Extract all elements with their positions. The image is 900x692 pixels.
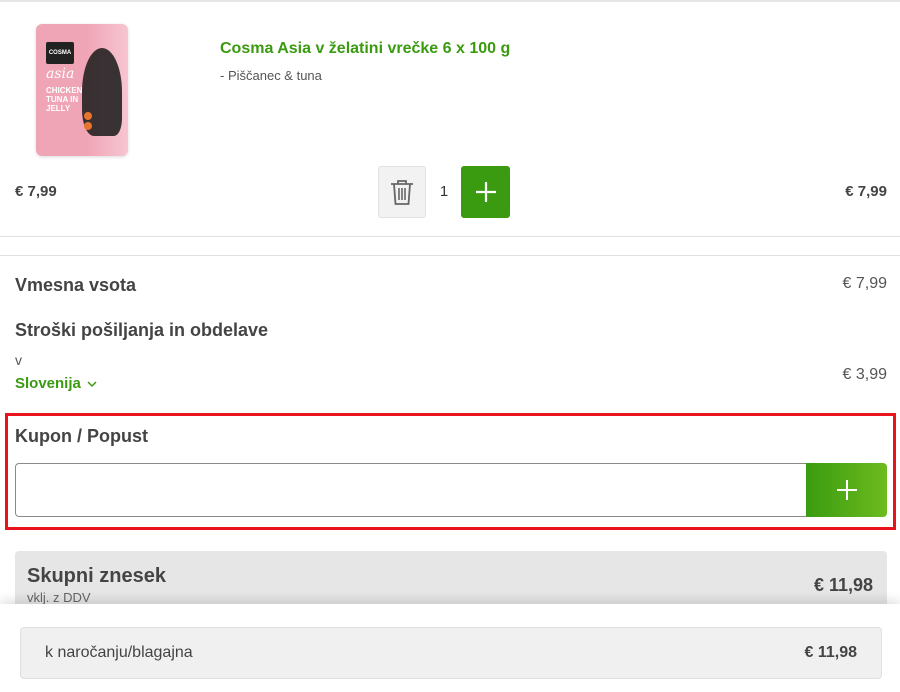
shipping-country-select[interactable]: Slovenija xyxy=(15,375,97,392)
top-divider xyxy=(0,0,900,2)
chevron-down-icon xyxy=(87,380,97,387)
checkout-button[interactable]: k naročanju/blagajna € 11,98 xyxy=(20,627,882,679)
checkout-label: k naročanju/blagajna xyxy=(45,644,193,661)
total-label: Skupni znesek xyxy=(27,565,166,587)
product-variant: - Piščanec & tuna xyxy=(220,68,322,83)
checkout-total: € 11,98 xyxy=(804,644,858,661)
remove-item-button[interactable] xyxy=(378,166,426,218)
plus-icon xyxy=(475,182,496,202)
trash-icon xyxy=(391,180,413,205)
product-title-link[interactable]: Cosma Asia v želatini vrečke 6 x 100 g xyxy=(220,40,510,58)
shipping-in-text: v xyxy=(15,352,22,368)
coupon-label: Kupon / Popust xyxy=(15,426,148,446)
total-value: € 11,98 xyxy=(813,575,873,595)
shipping-country-label: Slovenija xyxy=(15,375,81,392)
chicken-icon xyxy=(84,112,92,120)
subtotal-label: Vmesna vsota xyxy=(15,275,137,295)
total-vat-note: vklj. z DDV xyxy=(27,590,91,605)
apply-coupon-button[interactable] xyxy=(806,463,887,517)
line-total: € 7,99 xyxy=(845,183,887,200)
increase-quantity-button[interactable] xyxy=(461,166,510,218)
unit-price: € 7,99 xyxy=(15,183,57,200)
product-image-flavor: CHICKEN TUNA IN JELLY xyxy=(46,86,83,113)
shipping-value: € 3,99 xyxy=(842,366,887,383)
plus-icon xyxy=(836,480,857,500)
fish-icon xyxy=(84,122,92,130)
product-image[interactable]: COSMA asia CHICKEN TUNA IN JELLY xyxy=(36,24,128,156)
product-image-brand: COSMA xyxy=(46,42,74,64)
product-image-line: asia xyxy=(46,66,75,82)
shipping-label: Stroški pošiljanja in obdelave xyxy=(15,320,269,340)
quantity-value: 1 xyxy=(439,183,449,200)
subtotal-value: € 7,99 xyxy=(842,275,887,292)
coupon-input[interactable] xyxy=(15,463,807,517)
divider xyxy=(0,255,900,256)
divider xyxy=(0,236,900,237)
